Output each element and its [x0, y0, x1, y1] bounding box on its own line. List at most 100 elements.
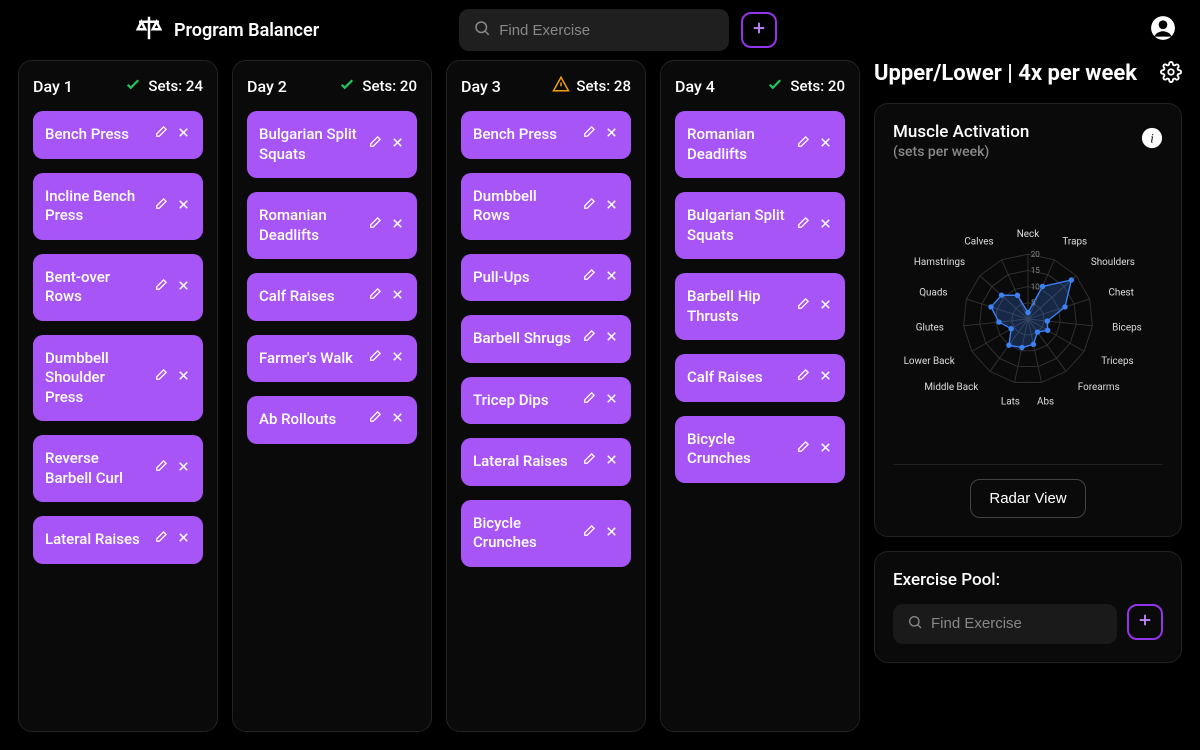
day-sets-count: Sets: 28: [576, 77, 631, 95]
edit-button[interactable]: [795, 297, 810, 316]
remove-button[interactable]: [176, 125, 191, 144]
user-avatar[interactable]: [1150, 15, 1176, 45]
exercise-card[interactable]: Bicycle Crunches: [675, 416, 845, 483]
remove-button[interactable]: [818, 440, 833, 459]
remove-button[interactable]: [604, 268, 619, 287]
edit-button[interactable]: [795, 216, 810, 235]
muscle-panel-title: Muscle Activation: [893, 122, 1029, 142]
edit-button[interactable]: [153, 278, 168, 297]
exercise-card[interactable]: Dumbbell Rows: [461, 173, 631, 240]
svg-text:Biceps: Biceps: [1112, 322, 1142, 333]
exercise-card[interactable]: Bench Press: [461, 111, 631, 159]
remove-button[interactable]: [176, 459, 191, 478]
exercise-card[interactable]: Calf Raises: [247, 273, 417, 321]
remove-button[interactable]: [818, 297, 833, 316]
search-icon: [907, 614, 923, 634]
edit-button[interactable]: [153, 125, 168, 144]
pool-search-input[interactable]: [931, 615, 1103, 632]
remove-button[interactable]: [390, 135, 405, 154]
day-column: Day 2 Sets: 20 Bulgarian Split Squats Ro…: [232, 60, 432, 732]
edit-button[interactable]: [581, 524, 596, 543]
pool-search[interactable]: [893, 604, 1117, 644]
exercise-card[interactable]: Bulgarian Split Squats: [675, 192, 845, 259]
settings-button[interactable]: [1160, 61, 1182, 87]
edit-button[interactable]: [153, 530, 168, 549]
remove-button[interactable]: [604, 329, 619, 348]
exercise-card[interactable]: Farmer's Walk: [247, 335, 417, 383]
remove-button[interactable]: [390, 287, 405, 306]
remove-button[interactable]: [604, 452, 619, 471]
edit-button[interactable]: [581, 329, 596, 348]
edit-button[interactable]: [581, 452, 596, 471]
add-exercise-button[interactable]: [741, 12, 777, 48]
exercise-card[interactable]: Barbell Hip Thrusts: [675, 273, 845, 340]
edit-button[interactable]: [795, 135, 810, 154]
exercise-name: Farmer's Walk: [259, 349, 353, 369]
edit-button[interactable]: [795, 368, 810, 387]
exercise-card[interactable]: Incline Bench Press: [33, 173, 203, 240]
svg-text:Chest: Chest: [1108, 287, 1133, 298]
svg-text:Abs: Abs: [1037, 396, 1054, 407]
svg-text:i: i: [1150, 132, 1154, 146]
exercise-card[interactable]: Tricep Dips: [461, 377, 631, 425]
svg-text:20: 20: [1031, 248, 1041, 258]
exercise-card[interactable]: Bench Press: [33, 111, 203, 159]
exercise-card[interactable]: Dumbbell Shoulder Press: [33, 335, 203, 422]
edit-button[interactable]: [153, 368, 168, 387]
exercise-card[interactable]: Reverse Barbell Curl: [33, 435, 203, 502]
plus-icon: [1136, 611, 1154, 633]
remove-button[interactable]: [176, 530, 191, 549]
edit-button[interactable]: [795, 440, 810, 459]
exercise-card[interactable]: Romanian Deadlifts: [247, 192, 417, 259]
remove-button[interactable]: [176, 368, 191, 387]
remove-button[interactable]: [818, 216, 833, 235]
remove-button[interactable]: [604, 125, 619, 144]
exercise-card[interactable]: Barbell Shrugs: [461, 315, 631, 363]
search-input[interactable]: [499, 22, 715, 39]
edit-button[interactable]: [581, 125, 596, 144]
svg-text:Middle Back: Middle Back: [924, 382, 978, 393]
edit-button[interactable]: [367, 410, 382, 429]
exercise-card[interactable]: Lateral Raises: [33, 516, 203, 564]
svg-text:Forearms: Forearms: [1078, 382, 1120, 393]
edit-button[interactable]: [581, 197, 596, 216]
day-label: Day 3: [461, 77, 501, 96]
remove-button[interactable]: [818, 368, 833, 387]
info-button[interactable]: i: [1141, 127, 1163, 154]
day-label: Day 4: [675, 77, 715, 96]
exercise-card[interactable]: Lateral Raises: [461, 438, 631, 486]
exercise-card[interactable]: Bicycle Crunches: [461, 500, 631, 567]
remove-button[interactable]: [390, 349, 405, 368]
exercise-card[interactable]: Ab Rollouts: [247, 396, 417, 444]
edit-button[interactable]: [367, 349, 382, 368]
edit-button[interactable]: [581, 268, 596, 287]
edit-button[interactable]: [153, 459, 168, 478]
exercise-card[interactable]: Bulgarian Split Squats: [247, 111, 417, 178]
exercise-name: Ab Rollouts: [259, 410, 336, 430]
remove-button[interactable]: [390, 410, 405, 429]
remove-button[interactable]: [604, 391, 619, 410]
exercise-card[interactable]: Romanian Deadlifts: [675, 111, 845, 178]
edit-button[interactable]: [367, 135, 382, 154]
edit-button[interactable]: [153, 197, 168, 216]
remove-button[interactable]: [176, 278, 191, 297]
remove-button[interactable]: [604, 197, 619, 216]
muscle-panel-subtitle: (sets per week): [893, 144, 1029, 160]
remove-button[interactable]: [818, 135, 833, 154]
exercise-name: Barbell Shrugs: [473, 329, 571, 349]
svg-text:10: 10: [1031, 281, 1041, 291]
remove-button[interactable]: [604, 524, 619, 543]
exercise-card[interactable]: Calf Raises: [675, 354, 845, 402]
global-search[interactable]: [459, 9, 729, 51]
remove-button[interactable]: [176, 197, 191, 216]
edit-button[interactable]: [581, 391, 596, 410]
edit-button[interactable]: [367, 287, 382, 306]
edit-button[interactable]: [367, 216, 382, 235]
day-sets-count: Sets: 20: [362, 77, 417, 95]
remove-button[interactable]: [390, 216, 405, 235]
pool-add-button[interactable]: [1127, 604, 1163, 640]
exercise-card[interactable]: Bent-over Rows: [33, 254, 203, 321]
exercise-name: Reverse Barbell Curl: [45, 449, 145, 488]
exercise-card[interactable]: Pull-Ups: [461, 254, 631, 302]
radar-view-button[interactable]: Radar View: [970, 479, 1085, 518]
